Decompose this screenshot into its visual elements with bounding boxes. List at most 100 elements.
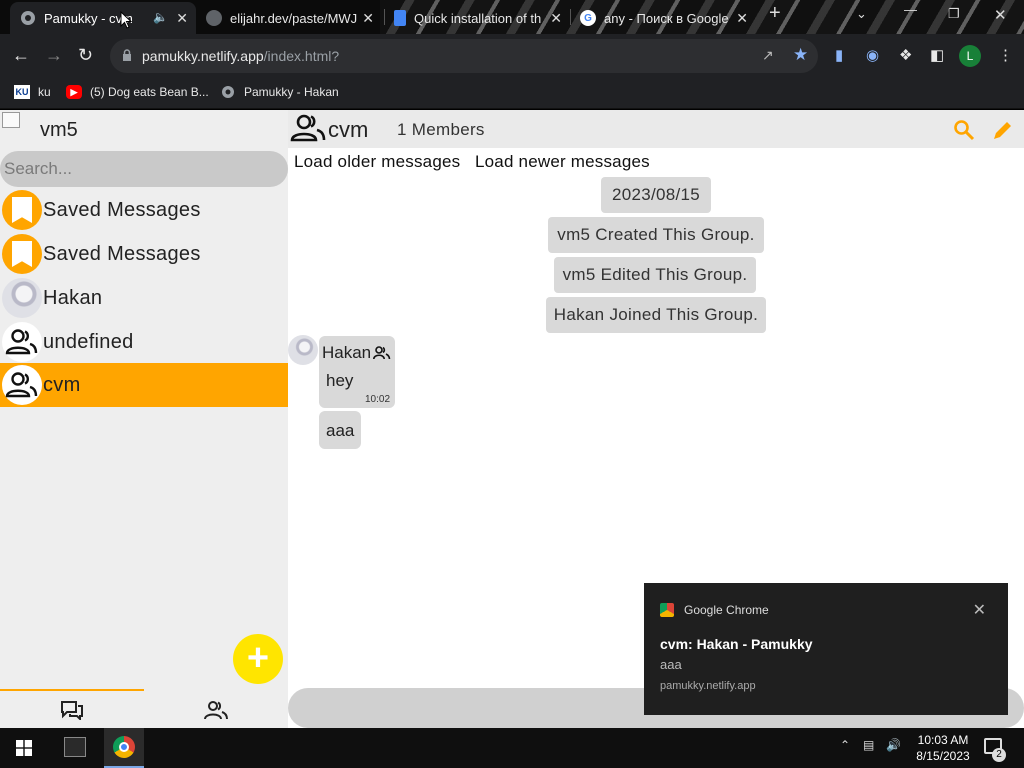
tab-pamukky-cvm[interactable]: Pamukky - cvm 🔈 ✕ xyxy=(10,2,196,34)
bookmark-label: Pamukky - Hakan xyxy=(244,85,339,99)
bookmark-pamukky-hakan[interactable]: Pamukky - Hakan xyxy=(220,85,339,99)
notification-title: cvm: Hakan - Pamukky xyxy=(660,636,813,652)
load-older-link[interactable]: Load older messages xyxy=(294,152,460,172)
bookmark-ku[interactable]: KU ku xyxy=(14,85,51,99)
windows-start-icon[interactable] xyxy=(16,740,32,756)
tab-google-search[interactable]: G any - Поиск в Google ✕ xyxy=(570,2,756,34)
bookmark-label: (5) Dog eats Bean B... xyxy=(90,85,209,99)
contacts-tab-icon[interactable] xyxy=(204,700,228,720)
globe-icon xyxy=(220,85,236,99)
lock-icon xyxy=(123,49,131,61)
globe-icon xyxy=(206,10,222,26)
user-avatar xyxy=(2,278,42,318)
notification-body: aaa xyxy=(660,657,682,672)
close-tab-icon[interactable]: ✕ xyxy=(736,10,748,27)
sender-avatar[interactable] xyxy=(288,335,318,365)
chat-item-label: undefined xyxy=(43,330,134,353)
chat-item-saved-messages[interactable]: Saved Messages xyxy=(0,188,288,232)
chat-item-saved-messages[interactable]: Saved Messages xyxy=(0,232,288,276)
app-window-icon[interactable] xyxy=(64,737,86,757)
tab-search-chevron-icon[interactable]: ⌄ xyxy=(856,6,867,22)
group-icon xyxy=(2,365,42,405)
new-tab-button[interactable]: + xyxy=(769,2,781,25)
bookmark-icon xyxy=(2,190,42,230)
close-tab-icon[interactable]: ✕ xyxy=(550,10,562,27)
chrome-notification[interactable]: Google Chrome ✕ cvm: Hakan - Pamukky aaa… xyxy=(644,583,1008,715)
back-button[interactable]: ← xyxy=(12,45,30,65)
extension-clipboard-icon[interactable]: ▮ xyxy=(835,46,843,64)
bookmark-star-icon[interactable]: ★ xyxy=(793,45,808,65)
system-message: vm5 Edited This Group. xyxy=(554,257,756,293)
clock-time: 10:03 AM xyxy=(917,733,969,747)
tray-chevron-icon[interactable]: ⌃ xyxy=(840,738,850,752)
forward-button[interactable]: → xyxy=(45,45,63,65)
network-icon[interactable]: ▤ xyxy=(863,738,874,752)
youtube-icon: ▶ xyxy=(66,85,82,99)
message-text: aaa xyxy=(326,421,355,440)
url-path: /index.html? xyxy=(263,48,340,64)
chat-header: cvm 1 Members xyxy=(288,110,1024,148)
close-tab-icon[interactable]: ✕ xyxy=(362,10,374,27)
chat-item-hakan[interactable]: Hakan xyxy=(0,276,288,320)
share-icon[interactable]: ↗ xyxy=(762,47,774,64)
date-separator: 2023/08/15 xyxy=(601,177,711,213)
extension-shield-icon[interactable]: ◉ xyxy=(866,46,879,64)
tab-title: Quick installation of th xyxy=(414,10,542,26)
bookmarks-bar: KU ku ▶ (5) Dog eats Bean B... Pamukky -… xyxy=(0,78,1024,109)
message-bubble[interactable]: aaa xyxy=(319,411,361,449)
notification-app: Google Chrome xyxy=(684,603,769,617)
new-chat-button[interactable]: + xyxy=(233,634,283,684)
chrome-taskbar-button[interactable] xyxy=(104,728,144,768)
google-icon: G xyxy=(580,10,596,26)
sidebar-header: vm5 xyxy=(0,110,288,150)
member-count: 1 Members xyxy=(397,120,485,139)
system-message: Hakan Joined This Group. xyxy=(546,297,766,333)
volume-icon[interactable]: 🔊 xyxy=(886,738,901,752)
chat-item-label: Saved Messages xyxy=(43,198,201,221)
chat-item-label: cvm xyxy=(43,373,81,396)
chat-title: cvm xyxy=(328,117,369,142)
sidebar: vm5 Saved Messages Saved Messages Hakan … xyxy=(0,110,288,728)
speaker-icon[interactable]: 🔈 xyxy=(153,10,168,24)
bottom-nav xyxy=(0,688,288,728)
bookmark-icon xyxy=(2,234,42,274)
profile-avatar[interactable]: L xyxy=(959,45,981,67)
chat-item-label: Hakan xyxy=(43,286,103,309)
windows-taskbar: ⌃ ▤ 🔊 10:03 AM 8/15/2023 2 xyxy=(0,728,1024,768)
profile-image-broken[interactable] xyxy=(2,112,20,128)
extensions-puzzle-icon[interactable]: ❖ xyxy=(899,46,912,64)
notification-count-badge: 2 xyxy=(992,748,1006,762)
message-text: hey xyxy=(326,371,354,390)
menu-kebab-icon[interactable]: ⋮ xyxy=(998,46,1013,64)
side-panel-icon[interactable]: ◧ xyxy=(930,46,944,64)
close-tab-icon[interactable]: ✕ xyxy=(176,10,188,27)
clock-date: 8/15/2023 xyxy=(916,749,970,763)
message-bubble[interactable]: Hakan hey 10:02 xyxy=(319,336,395,408)
bookmark-youtube[interactable]: ▶ (5) Dog eats Bean B... xyxy=(66,85,209,99)
browser-toolbar: ← → ↻ pamukky.netlify.app/index.html? ↗ … xyxy=(0,34,1024,78)
browser-tab-strip: Pamukky - cvm 🔈 ✕ elijahr.dev/paste/MWJ … xyxy=(0,0,1024,34)
address-bar[interactable]: pamukky.netlify.app/index.html? ↗ ★ xyxy=(110,39,818,73)
minimize-button[interactable]: — xyxy=(904,2,917,17)
chat-item-cvm[interactable]: cvm xyxy=(0,363,288,407)
reload-button[interactable]: ↻ xyxy=(78,45,93,65)
close-notification-icon[interactable]: ✕ xyxy=(973,600,986,620)
close-window-button[interactable]: ✕ xyxy=(994,6,1007,24)
search-input[interactable] xyxy=(0,151,288,187)
chat-item-undefined[interactable]: undefined xyxy=(0,320,288,364)
load-newer-link[interactable]: Load newer messages xyxy=(475,152,650,172)
tab-quick-installation[interactable]: Quick installation of th ✕ xyxy=(384,2,570,34)
edit-pencil-icon[interactable] xyxy=(992,119,1014,141)
mouse-cursor-icon xyxy=(120,11,132,29)
chrome-icon xyxy=(660,603,674,617)
search-icon[interactable] xyxy=(953,119,975,141)
group-icon[interactable] xyxy=(290,113,326,143)
tab-title: any - Поиск в Google xyxy=(604,10,729,26)
chrome-icon-center xyxy=(119,742,129,752)
bookmark-label: ku xyxy=(38,85,51,99)
chats-tab-icon[interactable] xyxy=(60,700,84,720)
system-clock[interactable]: 10:03 AM 8/15/2023 xyxy=(912,732,974,764)
notification-source: pamukky.netlify.app xyxy=(660,680,756,692)
restore-button[interactable]: ❐ xyxy=(948,6,960,22)
tab-elijahr-paste[interactable]: elijahr.dev/paste/MWJ ✕ xyxy=(196,2,382,34)
